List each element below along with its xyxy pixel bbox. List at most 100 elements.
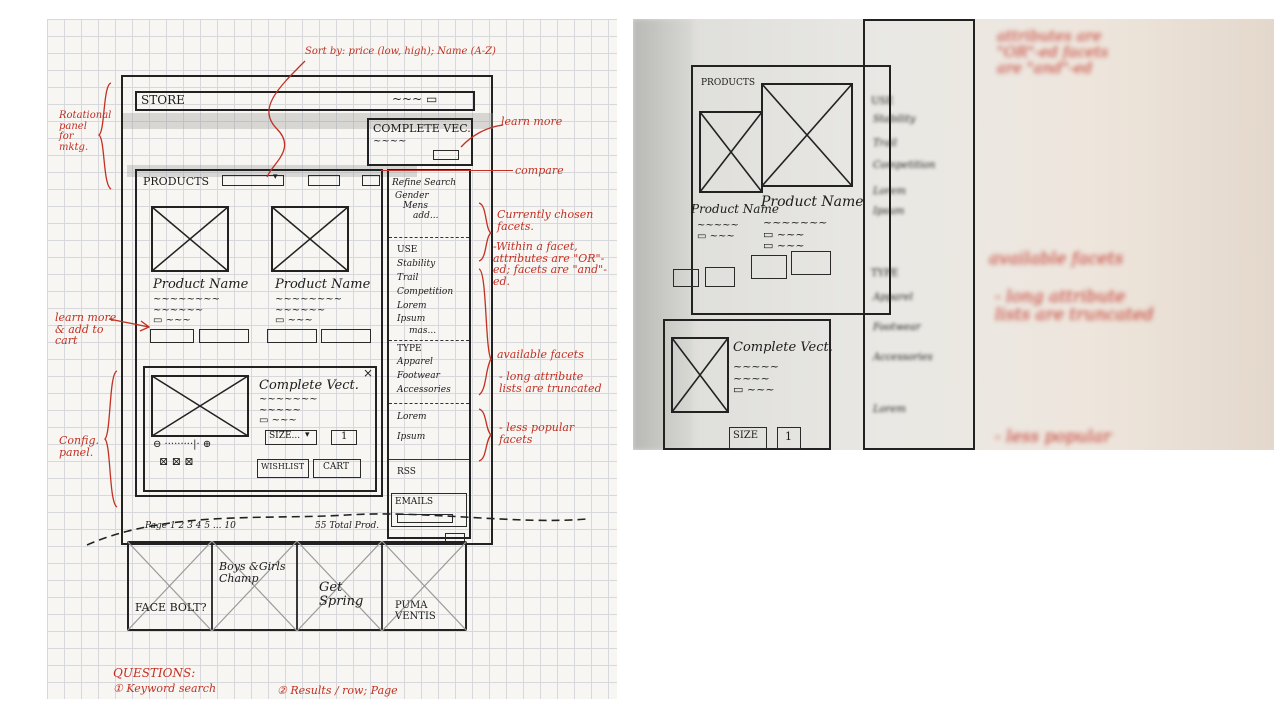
annotation-bracket [104, 370, 118, 508]
annotation-config: Config. panel. [59, 434, 99, 459]
annotation-less-popular: - less popular facets [499, 421, 575, 446]
facet-use-angled-5: Ipsum [873, 206, 905, 217]
learn-more-button-1[interactable] [150, 329, 194, 343]
header-scribble: ~~~ ▭ [392, 92, 438, 106]
pagination[interactable]: Page 1 2 3 4 5 ... 10 [145, 521, 236, 531]
facet-use-angled-3: Competition [873, 160, 936, 171]
product-image-1 [151, 206, 229, 272]
config-image-angled [671, 337, 729, 413]
cart-label: CART [323, 462, 350, 472]
promo-4[interactable]: PUMA VENTIS [395, 600, 445, 622]
divider [389, 403, 469, 404]
annotation-learn-more: learn more [501, 115, 563, 128]
config-title: Complete Vect. [259, 378, 359, 393]
facet-more[interactable]: mas... [409, 326, 436, 336]
facet-use-angled: USE [871, 96, 894, 107]
annotation-line [381, 170, 513, 171]
button-angled[interactable] [705, 267, 735, 287]
close-icon[interactable]: × [363, 367, 373, 380]
thumbnail-slider[interactable]: ⊖ ·········|· ⊕ [153, 439, 211, 451]
annotation-compare: compare [515, 164, 564, 177]
facet-use-angled-2: Trail [873, 138, 897, 149]
facet-type-1[interactable]: Apparel [397, 357, 433, 367]
product-image-angled-2 [761, 83, 853, 187]
facet-use-3[interactable]: Competition [397, 287, 453, 297]
products-label: PRODUCTS [143, 175, 210, 188]
facet-use[interactable]: USE [397, 245, 417, 255]
button-angled[interactable] [673, 269, 699, 287]
product-desc-1: ~~~~~~~~ ~~~~~~ ▭ ~~~ [153, 294, 221, 326]
button-angled[interactable] [751, 255, 787, 279]
facet-type-angled-3: Accessories [873, 352, 933, 363]
wishlist-label: WISHLIST [261, 462, 305, 471]
quantity-value: 1 [341, 431, 348, 442]
compare-toggle[interactable] [362, 175, 380, 186]
promo-3[interactable]: Get Spring [319, 581, 369, 608]
size-label: SIZE... [269, 431, 301, 441]
facet-type-angled: TYPE [871, 268, 899, 279]
chevron-down-icon: ▾ [305, 430, 310, 440]
annotation-side-panel: Rotational panel for mktg. [59, 110, 112, 153]
facet-type-3[interactable]: Accessories [397, 385, 451, 395]
question-2: ② Results / row; Page [277, 684, 398, 697]
facet-type[interactable]: TYPE [397, 344, 422, 354]
refine-search-label: Refine Search [392, 178, 457, 188]
promo-1[interactable]: FACE BOLT? [135, 602, 207, 614]
facet-lorem-angled: Lorem [873, 404, 906, 415]
annotation-brackets [478, 202, 493, 462]
facet-use-1[interactable]: Stability [397, 259, 435, 269]
size-label-angled: SIZE [733, 430, 759, 441]
divider [389, 340, 469, 341]
product-image-angled-1 [699, 111, 763, 193]
divider [389, 459, 469, 460]
add-to-cart-button-2[interactable] [321, 329, 371, 343]
facet-use-angled-4: Lorem [873, 186, 906, 197]
divider [389, 237, 469, 238]
annotation-arrow [266, 60, 306, 178]
annotation-bracket [97, 82, 112, 190]
question-1: ① Keyword search [113, 682, 217, 695]
sidebar-angled [863, 19, 975, 450]
facet-lorem[interactable]: Lorem [397, 412, 427, 422]
annotation-arrow [460, 124, 504, 148]
annotation-available-angled: available facets [989, 249, 1124, 269]
facet-type-angled-1: Apparel [873, 292, 913, 303]
config-desc: ~~~~~~~ ~~~~~ ▭ ~~~ [259, 394, 318, 426]
left-sketch-photo: STORE ~~~ ▭ COMPLETE VEC. ~~~~ PRODUCTS … [47, 19, 617, 699]
annotation-less-angled: - less popular [995, 427, 1112, 447]
add-to-cart-button-1[interactable] [199, 329, 249, 343]
refine-add[interactable]: add... [413, 211, 438, 221]
facet-ipsum[interactable]: Ipsum [397, 432, 425, 442]
promo-scribble: ~~~~ [373, 136, 407, 147]
questions-title: QUESTIONS: [113, 666, 196, 680]
button-angled[interactable] [791, 251, 831, 275]
annotation-long-angled: - long attribute lists are truncated [995, 287, 1154, 325]
quantity-value-angled: 1 [785, 430, 792, 443]
facet-type-angled-2: Footwear [873, 322, 921, 333]
product-desc-angled-1: ~~~~~ ▭ ~~~ [697, 220, 739, 242]
facet-use-5[interactable]: Ipsum [397, 314, 425, 324]
facet-type-2[interactable]: Footwear [397, 371, 440, 381]
product-desc-2: ~~~~~~~~ ~~~~~~ ▭ ~~~ [275, 294, 343, 326]
annotation-chosen-facets: Currently chosen facets. [497, 208, 594, 233]
learn-more-button-2[interactable] [267, 329, 317, 343]
facet-use-2[interactable]: Trail [397, 273, 418, 283]
products-label-angled: PRODUCTS [701, 78, 756, 88]
annotation-top-angled: attributes are "OR"-ed facets are "and"-… [997, 27, 1109, 77]
total-products: 55 Total Prod. [315, 521, 380, 531]
promo-2[interactable]: Boys &Girls Champ [219, 561, 289, 584]
learn-more-button[interactable] [433, 150, 459, 160]
config-image [151, 375, 249, 437]
blurred-annotations: attributes are "OR"-ed facets are "and"-… [989, 19, 1274, 450]
annotation-long-lists: - long attribute lists are truncated [499, 370, 602, 395]
right-angled-photo: PRODUCTS Product Name Product Name ~~~~~… [633, 19, 1274, 450]
annotation-sort: Sort by: price (low, high); Name (A-Z) [305, 46, 496, 57]
annotation-available: available facets [497, 348, 584, 361]
facet-use-4[interactable]: Lorem [397, 301, 427, 311]
store-label: STORE [141, 93, 185, 107]
annotation-arrow [108, 318, 151, 332]
product-name-1: Product Name [153, 277, 249, 292]
product-image-2 [271, 206, 349, 272]
rss-label[interactable]: RSS [397, 467, 416, 477]
facet-use-angled-1: Stability [873, 114, 916, 125]
